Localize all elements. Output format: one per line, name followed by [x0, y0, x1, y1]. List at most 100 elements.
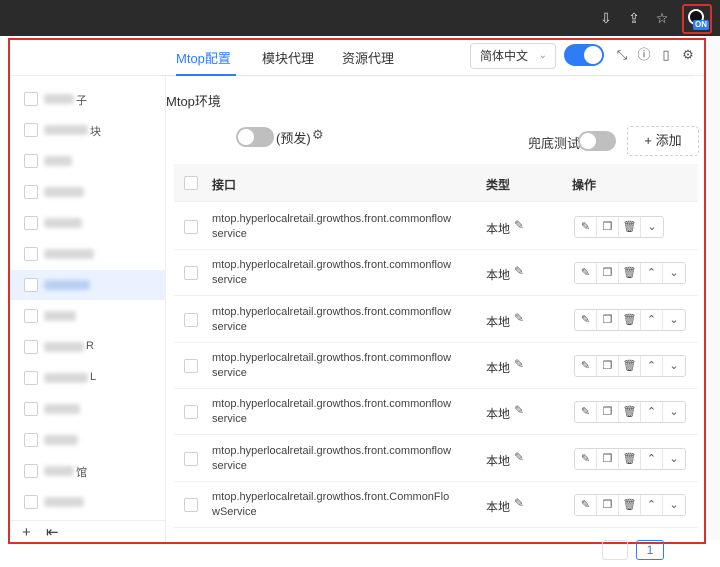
import-icon[interactable]: ⇤: [46, 525, 59, 541]
edit-type-icon[interactable]: ✎: [514, 357, 524, 371]
sidebar-item[interactable]: [10, 425, 166, 455]
sidebar-item-checkbox[interactable]: [24, 340, 38, 354]
move-down-icon[interactable]: ⌄: [663, 263, 685, 283]
delete-icon[interactable]: 🗑: [619, 448, 641, 469]
sidebar-item-checkbox[interactable]: [24, 309, 38, 323]
pencil-icon[interactable]: ✎: [575, 217, 597, 237]
sidebar-item-checkbox[interactable]: [24, 402, 38, 416]
sidebar-item-checkbox[interactable]: [24, 371, 38, 385]
sidebar-item[interactable]: L: [10, 363, 166, 393]
extension-button[interactable]: ON: [682, 4, 712, 34]
row-checkbox[interactable]: [184, 266, 198, 281]
pencil-icon[interactable]: ✎: [575, 355, 597, 376]
copy-icon[interactable]: ❐: [597, 355, 619, 376]
prev-page-button[interactable]: [602, 540, 628, 560]
delete-icon[interactable]: 🗑: [619, 263, 641, 284]
row-checkbox[interactable]: [184, 497, 198, 512]
sidebar-item-checkbox[interactable]: [24, 154, 38, 168]
sidebar-item-checkbox[interactable]: [24, 464, 38, 478]
row-checkbox[interactable]: [184, 220, 198, 234]
edit-type-icon[interactable]: ✎: [514, 218, 524, 232]
sidebar-item[interactable]: [10, 239, 166, 269]
pencil-icon[interactable]: ✎: [575, 494, 597, 515]
api-name: mtop.hyperlocalretail.growthos.front.com…: [212, 305, 452, 333]
type-value: 本地: [486, 314, 511, 329]
add-icon[interactable]: +: [22, 525, 31, 541]
sidebar-item[interactable]: [10, 487, 166, 517]
copy-icon[interactable]: ❐: [597, 402, 619, 423]
sidebar-item-checkbox[interactable]: [24, 495, 38, 509]
row-checkbox[interactable]: [184, 312, 198, 327]
copy-icon[interactable]: ❐: [597, 263, 619, 284]
move-up-icon[interactable]: ⌃: [641, 448, 663, 469]
move-up-icon[interactable]: ⌃: [641, 263, 663, 284]
sidebar-item-checkbox[interactable]: [24, 216, 38, 230]
sidebar-item[interactable]: [10, 394, 166, 424]
edit-type-icon[interactable]: ✎: [514, 311, 524, 325]
add-button[interactable]: + 添加: [627, 126, 699, 156]
type-value: 本地: [486, 268, 511, 283]
env-settings-icon[interactable]: ⚙: [312, 127, 324, 143]
move-up-icon[interactable]: ⌃: [641, 402, 663, 423]
page-number-button[interactable]: 1: [636, 540, 664, 560]
move-down-icon[interactable]: ⌄: [663, 495, 685, 515]
sidebar-item[interactable]: [10, 177, 166, 207]
copy-icon[interactable]: ❐: [597, 448, 619, 469]
move-up-icon[interactable]: ⌃: [641, 355, 663, 376]
pencil-icon[interactable]: ✎: [575, 263, 597, 284]
sidebar-item-checkbox[interactable]: [24, 185, 38, 199]
row-checkbox[interactable]: [184, 451, 198, 466]
copy-icon[interactable]: ❐: [597, 494, 619, 515]
type-value: 本地: [486, 407, 511, 422]
move-up-icon[interactable]: ⌃: [641, 494, 663, 515]
sidebar-item-checkbox[interactable]: [24, 247, 38, 261]
pencil-icon[interactable]: ✎: [575, 309, 597, 330]
copy-icon[interactable]: ❐: [597, 309, 619, 330]
bookmark-star-icon[interactable]: ☆: [654, 10, 670, 26]
install-icon[interactable]: ⇩: [598, 10, 614, 26]
fallback-test-toggle[interactable]: [578, 131, 616, 151]
sidebar-item[interactable]: R: [10, 332, 166, 362]
sidebar-item-label: 子: [76, 95, 87, 107]
sidebar-item[interactable]: [10, 301, 166, 331]
move-up-icon[interactable]: ⌃: [641, 309, 663, 330]
edit-type-icon[interactable]: ✎: [514, 496, 524, 510]
delete-icon[interactable]: 🗑: [619, 494, 641, 515]
sidebar-item-checkbox[interactable]: [24, 433, 38, 447]
delete-icon[interactable]: 🗑: [619, 402, 641, 423]
sidebar-item-checkbox[interactable]: [24, 278, 38, 292]
move-down-icon[interactable]: ⌄: [663, 310, 685, 330]
type-value: 本地: [486, 360, 511, 375]
sidebar-item-checkbox[interactable]: [24, 123, 38, 137]
delete-icon[interactable]: 🗑: [619, 217, 641, 237]
tab-module-proxy[interactable]: 模块代理: [262, 48, 314, 67]
sidebar-item[interactable]: 子: [10, 84, 166, 114]
sidebar-item[interactable]: [10, 208, 166, 238]
row-checkbox[interactable]: [184, 405, 198, 420]
copy-icon[interactable]: ❐: [597, 217, 619, 237]
row-checkbox[interactable]: [184, 358, 198, 373]
move-down-icon[interactable]: ⌄: [641, 217, 663, 237]
pencil-icon[interactable]: ✎: [575, 448, 597, 469]
sidebar-item[interactable]: 块: [10, 115, 166, 145]
pencil-icon[interactable]: ✎: [575, 402, 597, 423]
sidebar-item[interactable]: [10, 270, 166, 300]
edit-type-icon[interactable]: ✎: [514, 264, 524, 278]
api-name: mtop.hyperlocalretail.growthos.front.Com…: [212, 490, 450, 518]
row-actions: ✎ ❐ 🗑 ⌃ ⌄: [574, 262, 686, 285]
sidebar-item[interactable]: [10, 146, 166, 176]
share-icon[interactable]: ⇪: [626, 10, 642, 26]
tab-mtop-config[interactable]: Mtop配置: [176, 48, 231, 67]
delete-icon[interactable]: 🗑: [619, 355, 641, 376]
edit-type-icon[interactable]: ✎: [514, 450, 524, 464]
edit-type-icon[interactable]: ✎: [514, 403, 524, 417]
move-down-icon[interactable]: ⌄: [663, 402, 685, 422]
sidebar-item-checkbox[interactable]: [24, 92, 38, 106]
tab-resource-proxy[interactable]: 资源代理: [342, 48, 394, 67]
move-down-icon[interactable]: ⌄: [663, 449, 685, 469]
select-all-checkbox[interactable]: [184, 176, 198, 190]
sidebar-item[interactable]: 馆: [10, 456, 166, 486]
move-down-icon[interactable]: ⌄: [663, 356, 685, 376]
mtop-env-toggle[interactable]: [236, 127, 274, 147]
delete-icon[interactable]: 🗑: [619, 309, 641, 330]
